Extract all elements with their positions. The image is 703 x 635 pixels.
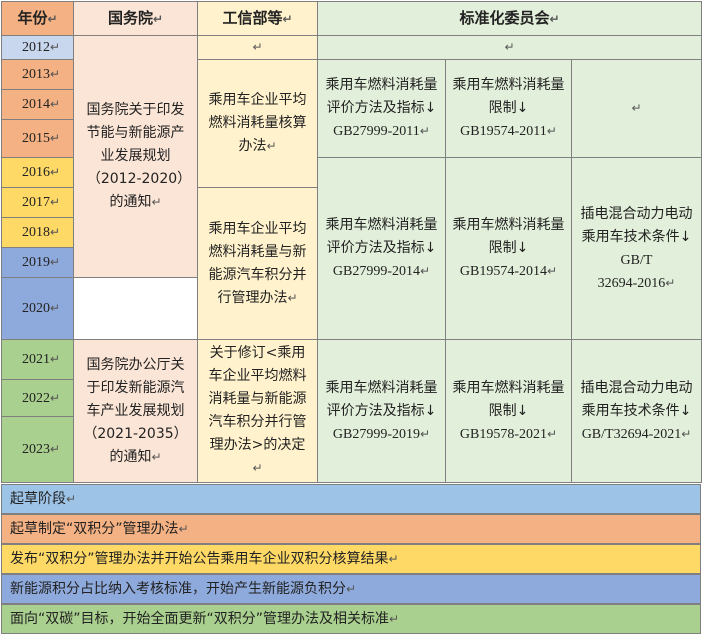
state-council-doc-1: 国务院关于印发节能与新能源产业发展规划（2012-2020）的通知↵ (73, 35, 198, 278)
header-standards: 标准化委员会↵ (317, 1, 702, 36)
std-eval-2011: 乘用车燃料消耗量评价方法及指标↓ GB27999-2011↵ (317, 59, 446, 158)
std-limit-2021: 乘用车燃料消耗量限制↓ GB19578-2021↵ (445, 339, 572, 483)
std-limit-2011: 乘用车燃料消耗量限制↓ GB19574-2011↵ (445, 59, 572, 158)
year-cell-2021: 2021↵ (1, 339, 74, 380)
legend-item-dual-credit-drafting: 起草制定“双积分”管理办法↵ (1, 514, 701, 544)
legend-item-drafting: 起草阶段↵ (1, 484, 701, 514)
year-cell-2012: 2012↵ (1, 35, 74, 60)
year-cell-2020: 2020↵ (1, 277, 74, 340)
legend-item-dual-credit-release: 发布“双积分”管理办法并开始公告乘用车企业双积分核算结果↵ (1, 544, 701, 574)
year-cell-2022: 2022↵ (1, 379, 74, 417)
miit-doc-1: 乘用车企业平均燃料消耗量核算办法↵ (197, 59, 318, 188)
header-state-council: 国务院↵ (73, 1, 198, 36)
legend-item-dual-carbon: 面向“双碳”目标，开始全面更新“双积分”管理办法及相关标准↵ (1, 604, 701, 634)
std-limit-2014: 乘用车燃料消耗量限制↓ GB19574-2014↵ (445, 157, 572, 340)
year-cell-2013: 2013↵ (1, 59, 74, 90)
year-cell-2015: 2015↵ (1, 119, 74, 158)
year-cell-2017: 2017↵ (1, 187, 74, 218)
std-eval-2014: 乘用车燃料消耗量评价方法及指标↓ GB27999-2014↵ (317, 157, 446, 340)
year-cell-2016: 2016↵ (1, 157, 74, 188)
year-cell-2014: 2014↵ (1, 89, 74, 120)
std-empty-2013: ↵ (571, 59, 702, 158)
header-year: 年份↵ (1, 1, 74, 36)
std-phev-2021: 插电混合动力电动乘用车技术条件↓ GB/T32694-2021↵ (571, 339, 702, 483)
standards-empty-2012: ↵ (317, 35, 702, 60)
policy-timeline-table-page: 年份↵ 国务院↵ 工信部等↵ 标准化委员会↵ 2012↵ 国务院关于印发节能与新… (0, 0, 703, 635)
std-phev-2016: 插电混合动力电动乘用车技术条件↓ GB/T 32694-2016↵ (571, 157, 702, 340)
year-cell-2018: 2018↵ (1, 217, 74, 248)
year-cell-2023: 2023↵ (1, 416, 74, 483)
legend-item-nev-ratio: 新能源积分占比纳入考核标准，开始产生新能源负积分↵ (1, 574, 701, 604)
miit-doc-2: 乘用车企业平均燃料消耗量与新能源汽车积分并行管理办法↵ (197, 187, 318, 340)
std-eval-2019: 乘用车燃料消耗量评价方法及指标↓ GB27999-2019↵ (317, 339, 446, 483)
year-cell-2019: 2019↵ (1, 247, 74, 278)
policy-timeline-table: 年份↵ 国务院↵ 工信部等↵ 标准化委员会↵ 2012↵ 国务院关于印发节能与新… (1, 1, 702, 483)
miit-doc-3: 关于修订<乘用车企业平均燃料消耗量与新能源汽车积分并行管理办法>的决定↵ (197, 339, 318, 483)
header-miit: 工信部等↵ (197, 1, 318, 36)
state-council-doc-2: 国务院办公厅关于印发新能源汽车产业发展规划（2021-2035）的通知↵ (73, 339, 198, 483)
miit-empty-2012: ↵ (197, 35, 318, 60)
